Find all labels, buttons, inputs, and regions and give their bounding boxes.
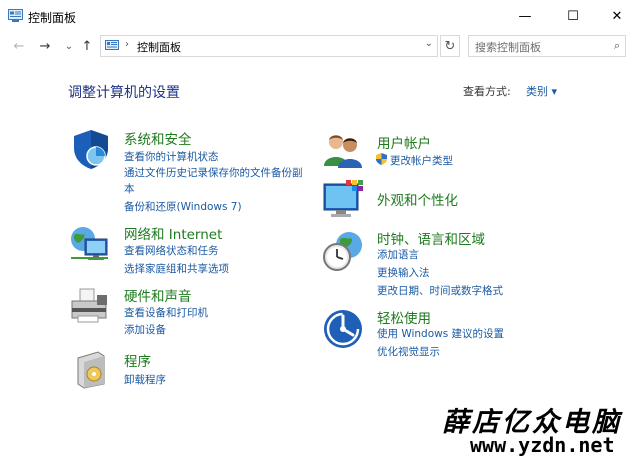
uac-shield-icon (376, 153, 387, 165)
link-optimize-visual-display[interactable]: 优化视觉显示 (377, 344, 440, 359)
link-devices-printers[interactable]: 查看设备和打印机 (124, 305, 208, 320)
user-accounts-icon[interactable] (322, 128, 364, 170)
back-arrow-icon[interactable]: ← (10, 37, 28, 55)
category-clock-language-region[interactable]: 时钟、语言和区域 (377, 228, 485, 248)
appearance-icon[interactable] (322, 178, 364, 220)
category-hardware-sound[interactable]: 硬件和声音 (124, 285, 192, 305)
link-change-date-time-format[interactable]: 更改日期、时间或数字格式 (377, 283, 503, 298)
page-title: 调整计算机的设置 (68, 85, 180, 101)
refresh-button[interactable]: ↻ (440, 35, 460, 57)
watermark-url: www.yzdn.net (470, 433, 615, 457)
window-title: 控制面板 (28, 11, 77, 25)
maximize-button[interactable]: ☐ (550, 0, 596, 32)
shield-icon[interactable] (70, 128, 112, 170)
printer-icon[interactable] (68, 286, 110, 328)
link-view-computer-status[interactable]: 查看你的计算机状态 (124, 149, 219, 164)
link-add-device[interactable]: 添加设备 (124, 322, 166, 337)
search-icon[interactable]: ⌕ (614, 39, 620, 53)
view-by-label: 查看方式: (463, 85, 511, 98)
search-input[interactable]: 搜索控制面板 ⌕ (468, 35, 626, 57)
link-file-history-cont[interactable]: 本 (124, 181, 135, 196)
address-bar[interactable]: › 控制面板 ⌄ (100, 35, 438, 57)
category-programs[interactable]: 程序 (124, 350, 151, 370)
category-network-internet[interactable]: 网络和 Internet (124, 223, 222, 243)
link-uninstall-program[interactable]: 卸载程序 (124, 372, 166, 387)
link-add-language[interactable]: 添加语言 (377, 247, 419, 262)
link-file-history[interactable]: 通过文件历史记录保存你的文件备份副 (124, 165, 303, 180)
category-system-security[interactable]: 系统和安全 (124, 128, 192, 148)
ease-of-access-icon[interactable] (322, 308, 364, 350)
search-placeholder: 搜索控制面板 (475, 41, 541, 54)
category-user-accounts[interactable]: 用户帐户 (377, 132, 431, 152)
link-homegroup[interactable]: 选择家庭组和共享选项 (124, 261, 229, 276)
network-globe-icon[interactable] (68, 224, 110, 266)
minimize-button[interactable]: — (502, 0, 548, 32)
breadcrumb-control-panel[interactable]: 控制面板 (137, 39, 181, 55)
link-backup-restore[interactable]: 备份和还原(Windows 7) (124, 199, 242, 214)
forward-arrow-icon[interactable]: → (36, 37, 54, 55)
category-appearance[interactable]: 外观和个性化 (377, 189, 458, 209)
link-change-account-type[interactable]: 更改帐户类型 (390, 153, 453, 168)
programs-icon[interactable] (72, 348, 114, 390)
title-bar: 控制面板 — ☐ ✕ (0, 0, 640, 32)
control-panel-icon (105, 40, 119, 50)
close-button[interactable]: ✕ (594, 0, 640, 32)
view-by-dropdown[interactable]: 类别 ▾ (526, 83, 557, 99)
recent-locations-icon[interactable]: ⌄ (60, 37, 78, 55)
control-panel-icon (8, 9, 23, 22)
link-network-status[interactable]: 查看网络状态和任务 (124, 243, 219, 258)
up-arrow-icon[interactable]: ↑ (78, 37, 96, 55)
chevron-down-icon[interactable]: ⌄ (425, 38, 433, 49)
breadcrumb-separator: › (125, 39, 129, 50)
link-windows-recommended-settings[interactable]: 使用 Windows 建议的设置 (377, 326, 504, 341)
link-change-input-method[interactable]: 更换输入法 (377, 265, 430, 280)
category-ease-of-access[interactable]: 轻松使用 (377, 307, 431, 327)
clock-globe-icon[interactable] (322, 230, 364, 272)
